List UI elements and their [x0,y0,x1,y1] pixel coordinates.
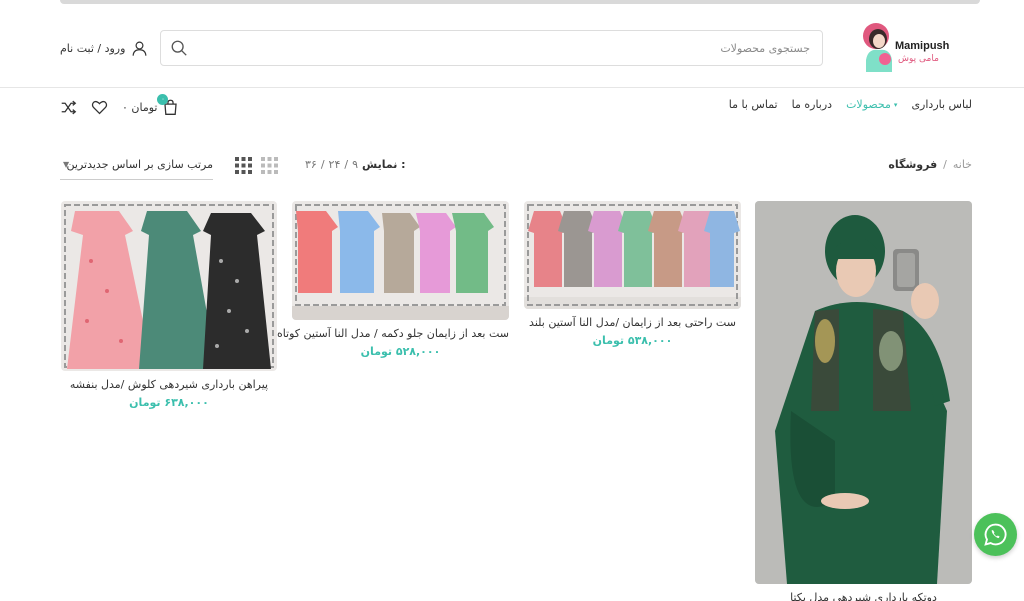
product-card[interactable]: دوتکه بارداری شیردهی مدل یکتا [755,201,972,601]
product-price: ۶۳۸,۰۰۰ تومان [129,396,209,409]
cart-icon-wrap: ۰ [157,93,179,116]
menu-item-label: درباره ما [791,98,833,111]
per-page-separator: / [344,158,349,171]
product-photo [61,201,277,371]
main-menu: لباس بارداری محصولات ▾ درباره ما تماس با… [729,98,972,111]
breadcrumb-separator: / [943,158,947,171]
account-link[interactable]: ورود / ثبت نام [60,38,148,58]
per-page-option-36[interactable]: ۳۶ [305,158,317,171]
per-page-label: نمایش : [362,158,406,171]
grid-3-icon[interactable] [235,157,252,174]
site-logo[interactable]: Mamipush مامی پوش [858,20,958,76]
grid-2-icon[interactable] [261,157,278,174]
heart-icon[interactable] [91,99,108,116]
menu-item-label: لباس بارداری [911,98,972,111]
breadcrumb-current: فروشگاه [888,158,938,171]
sort-select[interactable]: مرتب سازی بر اساس جدیدترین ▼ [60,158,213,180]
product-grid: دوتکه بارداری شیردهی مدل یکتا ست راحتی ب… [0,200,1024,601]
site-header: Mamipush مامی پوش ورود / ثبت نام [0,8,1024,88]
scroll-indicator [60,0,980,4]
product-image[interactable] [292,201,509,320]
product-image[interactable] [524,201,741,309]
header-actions: ۰ تومان ۰ [60,93,179,117]
product-card[interactable]: پیراهن بارداری شیردهی کلوش /مدل بنفشه ۶۳… [61,201,277,409]
breadcrumb: خانه / فروشگاه [888,158,972,171]
product-title[interactable]: ست راحتی بعد از زایمان /مدل النا آستین ب… [524,316,741,329]
user-icon [132,41,147,56]
logo-mark-icon [863,23,892,72]
search-input[interactable] [250,31,810,65]
grid-view-toggle [235,157,278,174]
product-photo [292,201,509,320]
product-title[interactable]: پیراهن بارداری شیردهی کلوش /مدل بنفشه [61,378,277,391]
whatsapp-button[interactable] [974,513,1017,556]
product-price: ۵۳۸,۰۰۰ تومان [592,334,673,347]
per-page-option-24[interactable]: ۲۴ [329,158,341,171]
browser-top-strip [0,0,1024,8]
cart-total: ۰ تومان [122,100,158,114]
menu-item-about[interactable]: درباره ما [792,98,832,111]
product-price: ۵۲۸,۰۰۰ تومان [360,345,441,358]
menu-item-maternity[interactable]: لباس بارداری [911,98,972,111]
product-photo [524,201,741,309]
brand-name-fa: مامی پوش [898,54,939,64]
menu-item-label: محصولات [846,98,891,111]
product-photo [755,201,972,584]
per-page-selector: نمایش : ۹ / ۲۴ / ۳۶ [305,158,406,171]
per-page-option-9[interactable]: ۹ [352,158,358,171]
menu-item-products[interactable]: محصولات ▾ [846,98,897,111]
cart-count-badge: ۰ [157,93,169,105]
search-box [160,30,823,66]
product-card[interactable]: ست راحتی بعد از زایمان /مدل النا آستین ب… [524,201,741,347]
breadcrumb-home[interactable]: خانه [953,158,972,171]
menu-item-label: تماس با ما [728,98,778,111]
product-card[interactable]: ست بعد از زایمان جلو دکمه / مدل النا آست… [277,201,509,358]
cart-button[interactable]: ۰ تومان ۰ [122,93,179,116]
whatsapp-icon [984,523,1007,546]
menu-item-contact[interactable]: تماس با ما [729,98,778,111]
search-icon[interactable] [170,39,188,57]
shop-toolbar: خانه / فروشگاه نمایش : ۹ / ۲۴ / ۳۶ مرتب … [0,152,1024,180]
sort-label: مرتب سازی بر اساس جدیدترین [66,158,213,171]
account-label: ورود / ثبت نام [60,41,126,55]
per-page-separator: / [320,158,325,171]
product-image[interactable] [61,201,277,371]
product-title[interactable]: دوتکه بارداری شیردهی مدل یکتا [755,591,972,601]
shuffle-icon[interactable] [60,99,77,116]
brand-name-en: Mamipush [895,40,950,52]
product-image[interactable] [755,201,972,584]
main-nav: لباس بارداری محصولات ▾ درباره ما تماس با… [0,88,1024,124]
chevron-down-icon: ▾ [893,100,898,109]
product-title[interactable]: ست بعد از زایمان جلو دکمه / مدل النا آست… [277,327,509,340]
chevron-down-icon: ▼ [63,160,70,169]
